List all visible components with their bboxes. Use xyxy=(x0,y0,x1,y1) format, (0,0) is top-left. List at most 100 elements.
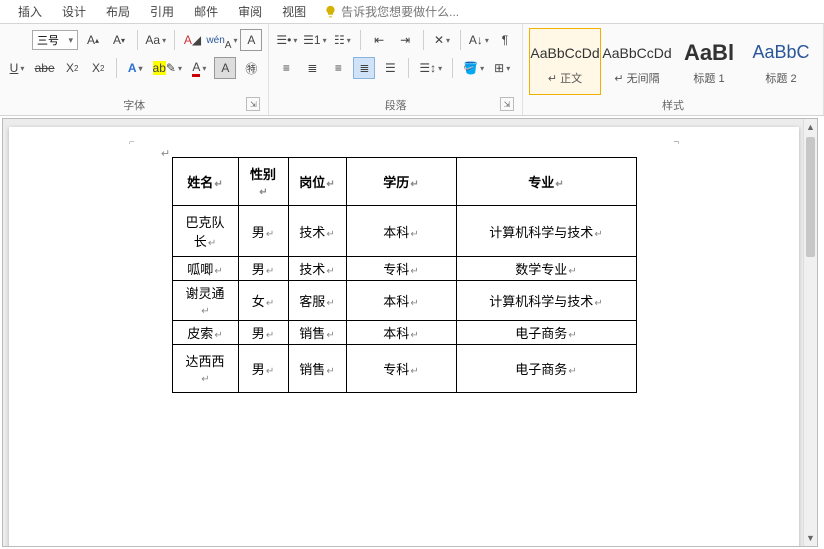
table-cell[interactable]: 电子商务↵ xyxy=(456,345,636,393)
document-table[interactable]: 姓名↵ 性别↵ 岗位↵ 学历↵ 专业↵ 巴克队长↵男↵技术↵本科↵计算机科学与技… xyxy=(172,157,637,393)
phonetic-guide-button[interactable]: wénA xyxy=(207,29,236,51)
vertical-scrollbar[interactable]: ▲ ▼ xyxy=(803,119,817,546)
table-row[interactable]: 呱唧↵男↵技术↵专科↵数学专业↵ xyxy=(172,257,636,281)
document-page[interactable]: ⌐¬ ↵ 姓名↵ 性别↵ 岗位↵ 学历↵ 专业↵ 巴克队长↵男↵技术↵本科↵计算… xyxy=(9,127,799,547)
style-preview: AaBbC xyxy=(752,38,809,68)
table-cell[interactable]: 计算机科学与技术↵ xyxy=(456,281,636,321)
underline-button[interactable]: U xyxy=(6,57,28,79)
highlight-button[interactable]: ab✎ xyxy=(150,57,184,79)
header-major[interactable]: 专业↵ xyxy=(456,158,636,206)
header-name[interactable]: 姓名↵ xyxy=(172,158,238,206)
line-spacing-button[interactable]: ☰↕ xyxy=(416,57,445,79)
increase-indent-button[interactable]: ⇥ xyxy=(394,29,416,51)
style-name: ↵ 正文 xyxy=(548,70,582,86)
style-name: 标题 1 xyxy=(693,70,724,86)
align-right-button[interactable]: ≡ xyxy=(327,57,349,79)
table-row[interactable]: 达西西↵男↵销售↵专科↵电子商务↵ xyxy=(172,345,636,393)
table-cell[interactable]: 销售↵ xyxy=(288,321,346,345)
strikethrough-button[interactable]: abe xyxy=(32,57,57,79)
style-preview: AaBbCcDd xyxy=(530,38,599,68)
table-cell[interactable]: 销售↵ xyxy=(288,345,346,393)
decrease-indent-button[interactable]: ⇤ xyxy=(368,29,390,51)
paragraph-mark: ↵ xyxy=(161,147,170,160)
align-justify-button[interactable]: ≣ xyxy=(353,57,375,79)
tab-view[interactable]: 视图 xyxy=(272,0,316,24)
table-cell[interactable]: 本科↵ xyxy=(346,206,456,257)
group-font-label: 字体 ⇲ xyxy=(6,95,262,113)
multilevel-list-button[interactable]: ☷ xyxy=(331,29,353,51)
character-shading-button[interactable]: A xyxy=(214,57,236,79)
align-center-button[interactable]: ≣ xyxy=(301,57,323,79)
tab-layout[interactable]: 布局 xyxy=(96,0,140,24)
subscript-button[interactable]: X2 xyxy=(61,57,83,79)
style-heading2[interactable]: AaBbC 标题 2 xyxy=(745,28,817,95)
font-size-select[interactable]: 三号 xyxy=(32,30,78,50)
change-case-button[interactable]: Aa xyxy=(145,29,167,51)
group-font: 三号 A▴ A▾ Aa A◢ wénA A U abe X2 X2 A ab✎ … xyxy=(0,24,269,115)
styles-gallery[interactable]: AaBbCcDd ↵ 正文 AaBbCcDd ↵ 无间隔 AaBl 标题 1 A… xyxy=(529,28,817,95)
tab-insert[interactable]: 插入 xyxy=(8,0,52,24)
enclose-characters-button[interactable]: ㊕ xyxy=(240,57,262,79)
shading-button[interactable]: 🪣 xyxy=(460,57,487,79)
table-row[interactable]: 皮索↵男↵销售↵本科↵电子商务↵ xyxy=(172,321,636,345)
clear-formatting-button[interactable]: A◢ xyxy=(181,29,203,51)
table-cell[interactable]: 本科↵ xyxy=(346,281,456,321)
align-distributed-button[interactable]: ☰ xyxy=(379,57,401,79)
table-cell[interactable]: 呱唧↵ xyxy=(172,257,238,281)
tab-design[interactable]: 设计 xyxy=(52,0,96,24)
table-cell[interactable]: 本科↵ xyxy=(346,321,456,345)
table-cell[interactable]: 技术↵ xyxy=(288,206,346,257)
character-border-button[interactable]: A xyxy=(240,29,262,51)
header-position[interactable]: 岗位↵ xyxy=(288,158,346,206)
style-preview: AaBbCcDd xyxy=(602,38,671,68)
header-education[interactable]: 学历↵ xyxy=(346,158,456,206)
tab-references[interactable]: 引用 xyxy=(140,0,184,24)
table-cell[interactable]: 男↵ xyxy=(238,257,288,281)
style-preview: AaBl xyxy=(684,38,734,68)
table-cell[interactable]: 皮索↵ xyxy=(172,321,238,345)
style-heading1[interactable]: AaBl 标题 1 xyxy=(673,28,745,95)
table-row[interactable]: 谢灵通↵女↵客服↵本科↵计算机科学与技术↵ xyxy=(172,281,636,321)
table-cell[interactable]: 专科↵ xyxy=(346,257,456,281)
shrink-font-button[interactable]: A▾ xyxy=(108,29,130,51)
table-cell[interactable]: 女↵ xyxy=(238,281,288,321)
grow-font-button[interactable]: A▴ xyxy=(82,29,104,51)
table-cell[interactable]: 计算机科学与技术↵ xyxy=(456,206,636,257)
sort-button[interactable]: A↓ xyxy=(468,29,490,51)
header-gender[interactable]: 性别↵ xyxy=(238,158,288,206)
scroll-thumb[interactable] xyxy=(806,137,815,257)
show-marks-button[interactable]: ¶ xyxy=(494,29,516,51)
numbering-button[interactable]: ☰1 xyxy=(302,29,327,51)
table-header-row[interactable]: 姓名↵ 性别↵ 岗位↵ 学历↵ 专业↵ xyxy=(172,158,636,206)
superscript-button[interactable]: X2 xyxy=(87,57,109,79)
tell-me-search[interactable]: 告诉我您想要做什么... xyxy=(324,3,459,20)
table-cell[interactable]: 数学专业↵ xyxy=(456,257,636,281)
font-dialog-launcher[interactable]: ⇲ xyxy=(246,97,260,111)
paragraph-dialog-launcher[interactable]: ⇲ xyxy=(500,97,514,111)
table-cell[interactable]: 谢灵通↵ xyxy=(172,281,238,321)
table-cell[interactable]: 专科↵ xyxy=(346,345,456,393)
borders-button[interactable]: ⊞ xyxy=(491,57,513,79)
font-size-value: 三号 xyxy=(37,32,59,48)
table-cell[interactable]: 技术↵ xyxy=(288,257,346,281)
style-normal[interactable]: AaBbCcDd ↵ 正文 xyxy=(529,28,601,95)
table-cell[interactable]: 男↵ xyxy=(238,206,288,257)
table-cell[interactable]: 客服↵ xyxy=(288,281,346,321)
table-cell[interactable]: 男↵ xyxy=(238,345,288,393)
style-no-spacing[interactable]: AaBbCcDd ↵ 无间隔 xyxy=(601,28,673,95)
tell-me-label: 告诉我您想要做什么... xyxy=(341,3,459,20)
table-cell[interactable]: 巴克队长↵ xyxy=(172,206,238,257)
table-row[interactable]: 巴克队长↵男↵技术↵本科↵计算机科学与技术↵ xyxy=(172,206,636,257)
table-cell[interactable]: 男↵ xyxy=(238,321,288,345)
table-cell[interactable]: 电子商务↵ xyxy=(456,321,636,345)
font-color-button[interactable]: A xyxy=(188,57,210,79)
scroll-up-button[interactable]: ▲ xyxy=(804,119,817,135)
tab-mailings[interactable]: 邮件 xyxy=(184,0,228,24)
table-cell[interactable]: 达西西↵ xyxy=(172,345,238,393)
asian-layout-button[interactable]: ✕ xyxy=(431,29,453,51)
tab-review[interactable]: 审阅 xyxy=(228,0,272,24)
scroll-down-button[interactable]: ▼ xyxy=(804,530,817,546)
align-left-button[interactable]: ≡ xyxy=(275,57,297,79)
text-effects-button[interactable]: A xyxy=(124,57,146,79)
bullets-button[interactable]: ☰• xyxy=(275,29,298,51)
